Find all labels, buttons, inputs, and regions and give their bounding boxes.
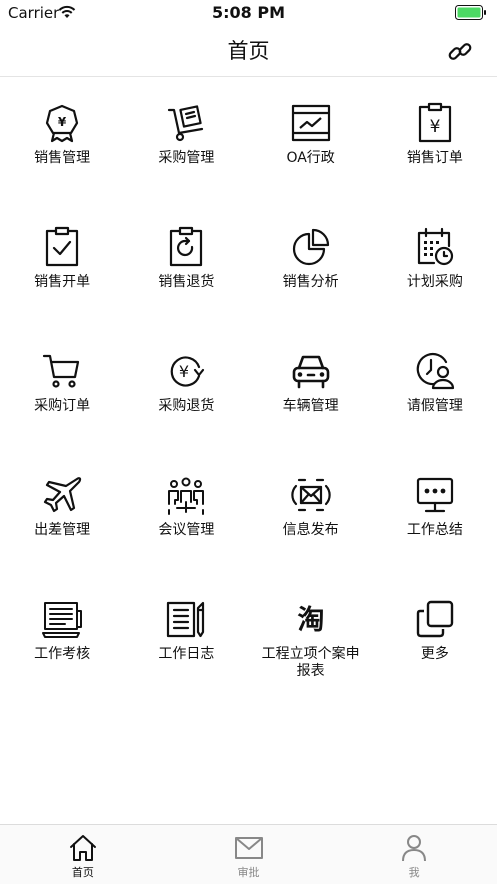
svg-text:淘: 淘 xyxy=(297,605,324,636)
grid-item-work-log[interactable]: 工作日志 xyxy=(124,573,248,697)
notebook-pencil-icon xyxy=(167,601,205,638)
svg-text:¥: ¥ xyxy=(179,362,189,381)
grid-item-sales-order[interactable]: ¥ 销售订单 xyxy=(373,77,497,201)
user-icon xyxy=(402,835,427,862)
grid-item-purchase-order[interactable]: 采购订单 xyxy=(0,325,124,449)
chat-monitor-icon xyxy=(416,477,453,513)
grid-item-label: 销售退货 xyxy=(158,274,215,290)
tab-approval[interactable]: 审批 xyxy=(166,825,332,884)
grid-item-sales-return[interactable]: 销售退货 xyxy=(124,201,248,325)
grid-item-label: 工作考核 xyxy=(34,646,91,662)
chart-window-icon xyxy=(291,104,330,142)
shopping-cart-icon xyxy=(43,354,80,388)
taobao-icon: 淘 xyxy=(297,605,324,636)
grid-item-more[interactable]: 更多 xyxy=(373,573,497,697)
calendar-clock-icon xyxy=(417,227,453,266)
home-icon xyxy=(69,835,96,861)
grid-item-work-summary[interactable]: 工作总结 xyxy=(373,449,497,573)
link-icon[interactable] xyxy=(447,39,473,65)
tab-home[interactable]: 首页 xyxy=(0,825,166,884)
grid-item-label: 销售开单 xyxy=(34,274,91,290)
clock-person-icon xyxy=(416,352,454,390)
tab-label: 审批 xyxy=(237,866,260,879)
status-time: 5:08 PM xyxy=(211,3,285,22)
grid-item-oa-admin[interactable]: OA行政 xyxy=(249,77,373,201)
grid-item-label: 更多 xyxy=(420,646,449,662)
grid-item-label: 销售订单 xyxy=(406,150,463,166)
grid-item-vehicle-management[interactable]: 车辆管理 xyxy=(249,325,373,449)
grid-item-label: 工作日志 xyxy=(158,646,215,662)
car-icon xyxy=(292,355,329,389)
grid-item-label: 车辆管理 xyxy=(282,398,339,414)
grid-item-label: 工作总结 xyxy=(406,522,463,538)
status-bar: Carrier 5:08 PM xyxy=(0,0,497,26)
grid-item-sales-analysis[interactable]: 销售分析 xyxy=(249,201,373,325)
yen-badge-icon: ¥ xyxy=(46,104,79,143)
tab-bar: 首页 审批 我 xyxy=(0,824,497,884)
grid-item-business-trip[interactable]: 出差管理 xyxy=(0,449,124,573)
grid-item-purchase-management[interactable]: 采购管理 xyxy=(124,77,248,201)
grid-item-label: 信息发布 xyxy=(282,522,339,538)
page-title: 首页 xyxy=(227,39,270,63)
grid-item-label: 销售管理 xyxy=(34,150,91,166)
grid-item-project-filing[interactable]: 淘 工程立项个案申报表 xyxy=(249,573,373,697)
mail-icon xyxy=(234,837,263,859)
grid-item-info-publish[interactable]: 信息发布 xyxy=(249,449,373,573)
grid-item-label: 采购订单 xyxy=(34,398,91,414)
airplane-icon xyxy=(44,477,82,513)
grid-item-label: 请假管理 xyxy=(406,398,463,414)
tab-label: 首页 xyxy=(71,866,94,879)
grid-item-label: 工程立项个案申报表 xyxy=(261,646,360,679)
grid-item-label: 销售分析 xyxy=(282,274,339,290)
broadcast-mail-icon xyxy=(290,478,331,512)
grid-item-work-assessment[interactable]: 工作考核 xyxy=(0,573,124,697)
grid-item-sales-management[interactable]: ¥ 销售管理 xyxy=(0,77,124,201)
grid-item-leave-management[interactable]: 请假管理 xyxy=(373,325,497,449)
tab-me[interactable]: 我 xyxy=(331,825,497,884)
grid-item-label: 采购管理 xyxy=(158,150,215,166)
grid-item-label: 会议管理 xyxy=(158,522,215,538)
tab-label: 我 xyxy=(408,866,420,879)
hand-truck-icon xyxy=(168,105,204,142)
grid-item-label: 采购退货 xyxy=(158,398,215,414)
grid-item-label: 出差管理 xyxy=(34,522,91,538)
yen-refund-icon: ¥ xyxy=(171,356,205,387)
grid-item-planned-purchase[interactable]: 计划采购 xyxy=(373,201,497,325)
grid-item-label: 计划采购 xyxy=(406,274,463,290)
computer-icon xyxy=(42,602,83,638)
copy-squares-icon xyxy=(416,600,454,638)
grid-item-meeting-management[interactable]: 会议管理 xyxy=(124,449,248,573)
svg-text:¥: ¥ xyxy=(429,117,440,137)
check-clipboard-icon xyxy=(46,226,79,267)
nav-bar: 首页 xyxy=(0,26,497,77)
grid-item-purchase-return[interactable]: ¥ 采购退货 xyxy=(124,325,248,449)
grid-item-label: OA行政 xyxy=(286,150,335,166)
yen-clipboard-icon: ¥ xyxy=(418,102,451,143)
meeting-icon xyxy=(168,477,205,515)
return-clipboard-icon xyxy=(170,226,203,267)
grid-item-sales-invoice[interactable]: 销售开单 xyxy=(0,201,124,325)
pie-chart-icon xyxy=(292,228,329,266)
svg-text:¥: ¥ xyxy=(58,115,67,129)
feature-grid: ¥ 销售管理 采购管理 OA行政 ¥ 销售订单 销售开单 销售退货 销售分析 计… xyxy=(0,77,497,697)
battery-icon xyxy=(455,5,486,20)
